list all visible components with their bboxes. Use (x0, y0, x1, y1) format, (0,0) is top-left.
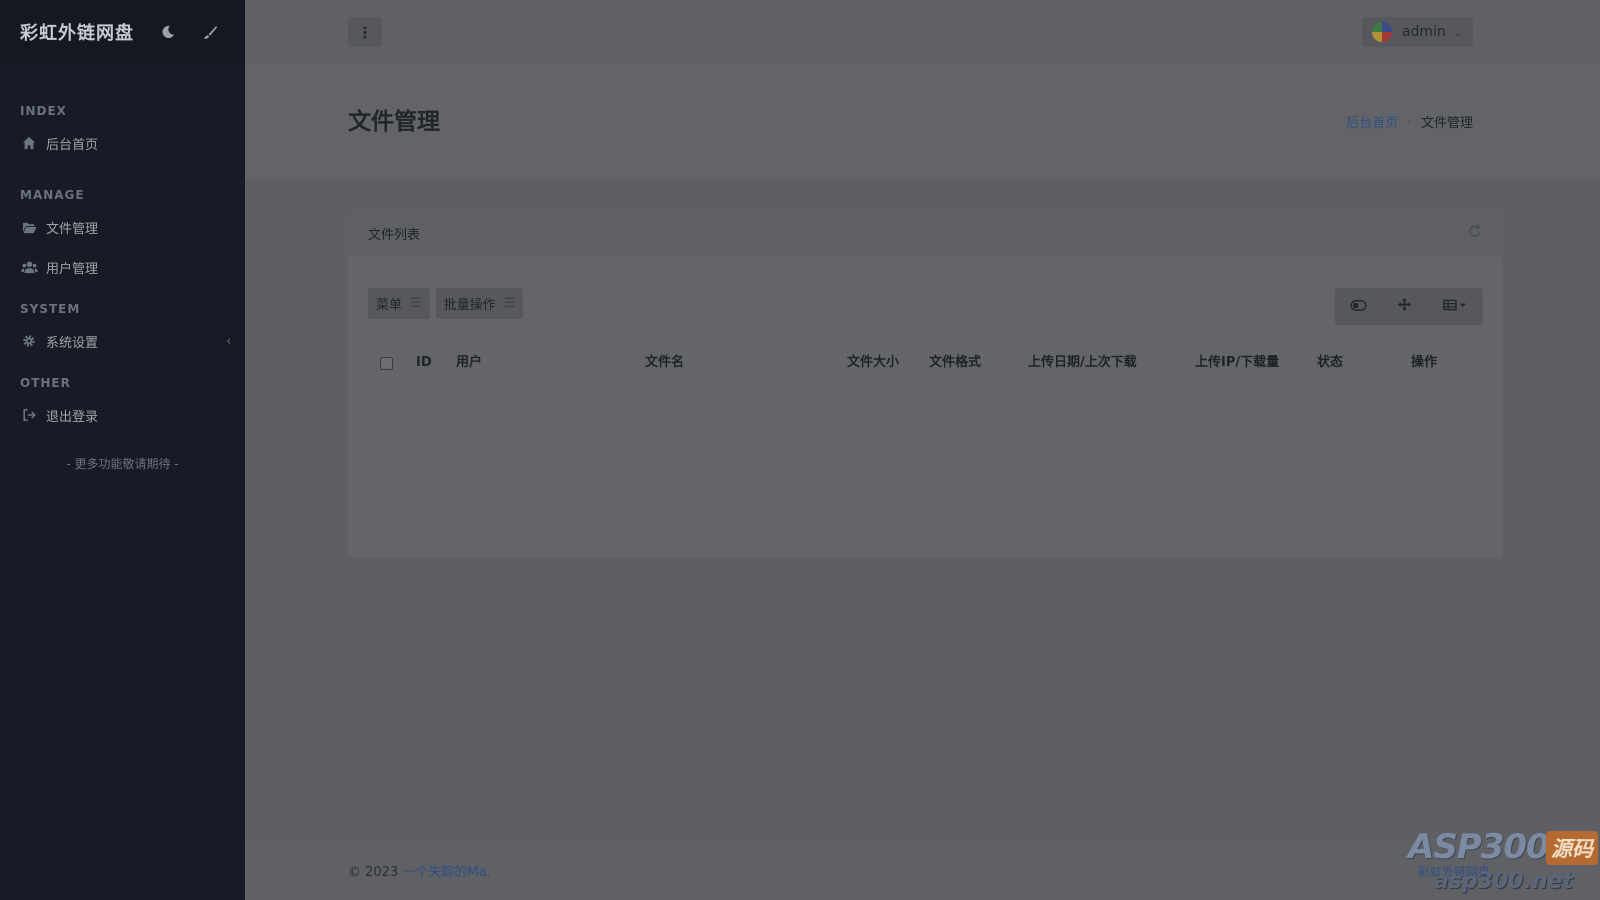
sidebar-item-label: 退出登录 (46, 409, 99, 425)
toggle-icon (1349, 299, 1367, 315)
lines-icon: ☰ (410, 296, 422, 311)
refresh-icon[interactable] (1467, 223, 1483, 244)
menu-button[interactable]: 菜单 ☰ (368, 288, 430, 319)
copyright-text: © 2023 (348, 865, 403, 880)
column-header[interactable]: 文件格式 (929, 346, 981, 380)
chevron-down-icon: ⌄ (1453, 25, 1463, 39)
sidebar-item-settings[interactable]: 系统设置 ‹ (0, 323, 245, 359)
file-list-card: 文件列表 菜单 ☰ 批量操作 ☰ ID 用户 文件名 文件大小 文件格式 上传日… (348, 209, 1503, 558)
moon-icon[interactable] (153, 17, 183, 47)
sidebar: 彩虹外链网盘 INDEX 后台首页 MANAGE 文件管理 用户管理 SYSTE… (0, 0, 245, 900)
username: admin (1401, 24, 1446, 40)
brand-title[interactable]: 彩虹外链网盘 (20, 19, 141, 45)
more-features-note: - 更多功能敬请期待 - (66, 457, 179, 471)
columns-icon (1443, 299, 1467, 315)
brush-icon[interactable] (195, 17, 225, 47)
avatar (1371, 22, 1392, 42)
menu-button-label: 菜单 (376, 298, 403, 313)
chevron-right-icon: › (1407, 114, 1412, 129)
page-title: 文件管理 (348, 109, 440, 135)
breadcrumb: 后台首页 › 文件管理 (1346, 112, 1473, 132)
card-header: 文件列表 (348, 209, 1503, 257)
page-header: 文件管理 后台首页 › 文件管理 (245, 64, 1600, 179)
sidebar-header: 彩虹外链网盘 (0, 0, 245, 64)
section-manage: MANAGE (20, 188, 85, 202)
move-button[interactable] (1381, 288, 1427, 325)
column-header[interactable]: 用户 (456, 346, 482, 380)
sidebar-item-label: 用户管理 (46, 261, 99, 277)
users-icon (20, 260, 38, 274)
column-header[interactable]: ID (416, 346, 432, 380)
breadcrumb-home-link[interactable]: 后台首页 (1346, 112, 1398, 131)
column-header[interactable]: 文件大小 (847, 346, 899, 380)
author-link[interactable]: 一个失踪的Ma. (402, 865, 490, 880)
table-tools (1335, 288, 1483, 325)
sidebar-item-label: 系统设置 (46, 335, 99, 351)
sidebar-item-logout[interactable]: 退出登录 (0, 397, 245, 433)
sidebar-item-files[interactable]: 文件管理 (0, 209, 245, 245)
lines-icon: ☰ (503, 296, 516, 311)
move-icon (1397, 297, 1412, 316)
table-header: ID 用户 文件名 文件大小 文件格式 上传日期/上次下载 上传IP/下载量 状… (348, 346, 1503, 380)
watermark-badge: 源码 (1546, 831, 1598, 865)
home-icon (20, 136, 38, 150)
chevron-left-icon: ‹ (226, 334, 231, 348)
footer: © 2023 一个失踪的Ma. 彩虹外链网盘 (245, 839, 1600, 900)
section-system: SYSTEM (20, 302, 81, 316)
topbar: ⋮ admin ⌄ (245, 0, 1600, 64)
column-header[interactable]: 上传IP/下载量 (1195, 346, 1279, 380)
column-header[interactable]: 上传日期/上次下载 (1028, 346, 1137, 380)
watermark-logo: ASP300 源码 asp300.net (1400, 825, 1600, 900)
more-vertical-icon: ⋮ (357, 22, 373, 42)
gear-icon (20, 334, 38, 348)
select-all-checkbox[interactable] (380, 357, 393, 370)
columns-dropdown-button[interactable] (1427, 288, 1483, 325)
logout-icon (20, 408, 38, 422)
more-options-button[interactable]: ⋮ (348, 17, 382, 47)
table-toolbar: 菜单 ☰ 批量操作 ☰ (368, 288, 529, 319)
section-other: OTHER (20, 376, 71, 390)
sidebar-item-home[interactable]: 后台首页 (0, 125, 245, 161)
toggle-view-button[interactable] (1335, 288, 1381, 325)
watermark-bottom: asp300.net (1434, 869, 1574, 894)
section-index: INDEX (20, 104, 67, 118)
batch-action-label: 批量操作 (443, 298, 496, 313)
sidebar-item-users[interactable]: 用户管理 (0, 249, 245, 285)
user-menu-button[interactable]: admin ⌄ (1361, 17, 1473, 47)
copyright: © 2023 一个失踪的Ma. (348, 861, 491, 880)
batch-action-button[interactable]: 批量操作 ☰ (435, 288, 524, 319)
sidebar-item-label: 文件管理 (46, 221, 99, 237)
column-header[interactable]: 文件名 (645, 346, 684, 380)
column-header[interactable]: 状态 (1317, 346, 1343, 380)
watermark-top: ASP300 (1408, 827, 1550, 867)
sidebar-item-label: 后台首页 (46, 137, 99, 153)
card-title: 文件列表 (368, 227, 421, 243)
breadcrumb-current: 文件管理 (1420, 116, 1473, 131)
column-header[interactable]: 操作 (1411, 346, 1437, 380)
folder-open-icon (20, 221, 38, 234)
